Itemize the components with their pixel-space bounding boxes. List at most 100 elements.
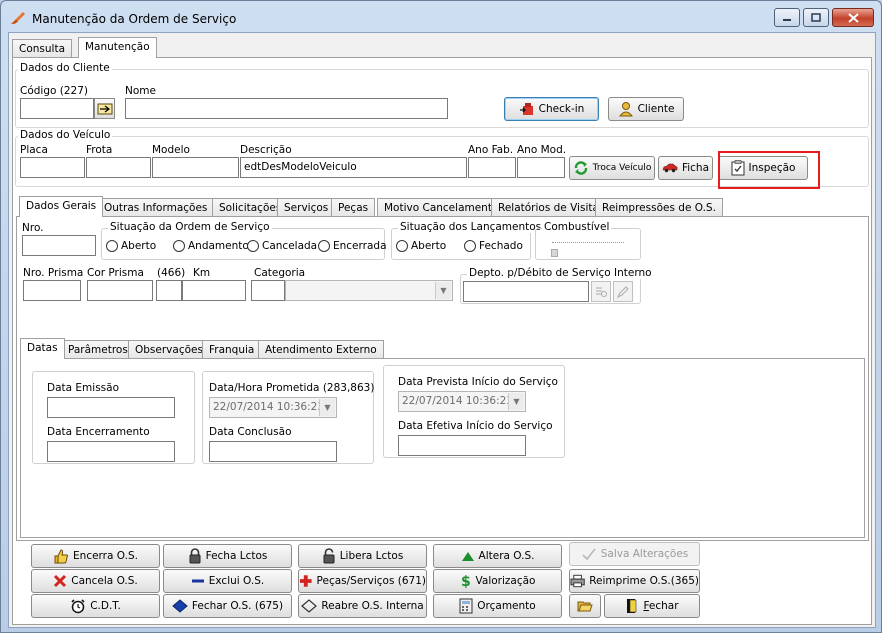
- radio-cancelada[interactable]: Cancelada: [247, 240, 317, 252]
- tab-consulta[interactable]: Consulta: [12, 39, 73, 58]
- fechar-os-button[interactable]: Fechar O.S. (675): [163, 594, 292, 618]
- tab-motivo-cancelamento[interactable]: Motivo Cancelamento: [377, 198, 506, 217]
- radio-encerrada[interactable]: Encerrada: [318, 240, 387, 252]
- dados-cliente-group: Dados do Cliente Código (227) Nome Check…: [15, 62, 869, 128]
- descricao-input[interactable]: edtDesModeloVeiculo: [240, 157, 467, 178]
- ficha-button[interactable]: Ficha: [658, 156, 713, 180]
- data-conclusao-input[interactable]: [209, 441, 337, 462]
- codigo-lookup-button[interactable]: [94, 98, 115, 119]
- situacao-os-title: Situação da Ordem de Serviço: [108, 221, 272, 233]
- libera-lctos-button[interactable]: Libera Lctos: [298, 544, 427, 568]
- depto-edit-button[interactable]: [613, 281, 633, 302]
- data-prometida-value: 22/07/2014 10:36:23: [213, 401, 325, 413]
- categoria-code-input[interactable]: [251, 280, 285, 301]
- blue-diamond-icon: [172, 599, 188, 613]
- altera-os-button[interactable]: Altera O.S.: [433, 544, 562, 568]
- orcamento-label: Orçamento: [477, 600, 536, 612]
- frota-label: Frota: [86, 144, 113, 156]
- num466-input[interactable]: [156, 280, 182, 301]
- salva-alteracoes-button[interactable]: Salva Alterações: [569, 542, 700, 566]
- radio-andamento[interactable]: Andamento: [173, 240, 249, 252]
- chevron-down-icon: ▼: [435, 282, 451, 299]
- close-window-button[interactable]: [832, 8, 874, 27]
- tab-relatorios-visita[interactable]: Relatórios de Visita: [491, 198, 606, 217]
- codigo-input[interactable]: [20, 98, 94, 119]
- data-prevista-input[interactable]: 22/07/2014 10:36:23 ▼: [398, 391, 526, 412]
- dados-gerais-page: Nro. Situação da Ordem de Serviço Aberto…: [16, 216, 869, 541]
- placa-label: Placa: [20, 144, 48, 156]
- dollar-icon: $: [461, 574, 471, 589]
- checkin-button[interactable]: Check-in: [504, 97, 599, 121]
- open-folder-button[interactable]: [569, 594, 601, 618]
- reabre-os-interna-button[interactable]: Reabre O.S. Interna: [298, 594, 427, 618]
- title-bar[interactable]: Manutenção da Ordem de Serviço: [1, 1, 881, 31]
- encerra-os-button[interactable]: Encerra O.S.: [31, 544, 160, 568]
- tab-dados-gerais[interactable]: Dados Gerais: [19, 196, 104, 217]
- modelo-input[interactable]: [152, 157, 239, 178]
- frota-input[interactable]: [86, 157, 151, 178]
- encerra-os-label: Encerra O.S.: [73, 550, 138, 562]
- km-input[interactable]: [182, 280, 246, 301]
- data-efetiva-input[interactable]: [398, 435, 526, 456]
- situacao-lancamentos-title: Situação dos Lançamentos: [398, 221, 544, 233]
- prisma-input[interactable]: [23, 280, 81, 301]
- red-plus-icon: [299, 575, 312, 587]
- svg-text:$: $: [461, 574, 471, 589]
- fechar-button[interactable]: Fechar: [604, 594, 700, 618]
- pen-icon: [616, 285, 629, 298]
- tab-parametros[interactable]: Parâmetros: [61, 340, 135, 359]
- reimprime-os-button[interactable]: Reimprime O.S.(365): [569, 569, 700, 593]
- tab-observacoes[interactable]: Observações: [128, 340, 210, 359]
- tab-pecas[interactable]: Peças: [331, 198, 376, 217]
- troca-veiculo-button[interactable]: Troca Veículo: [569, 156, 655, 180]
- radio-lanc-aberto[interactable]: Aberto: [396, 240, 446, 252]
- minus-icon: [191, 579, 204, 583]
- tab-franquia[interactable]: Franquia: [202, 340, 262, 359]
- fecha-lctos-button[interactable]: Fecha Lctos: [163, 544, 292, 568]
- anomod-input[interactable]: [517, 157, 565, 178]
- cancela-os-button[interactable]: Cancela O.S.: [31, 569, 160, 593]
- minimize-button[interactable]: [774, 8, 800, 27]
- radio-lanc-fechado[interactable]: Fechado: [464, 240, 523, 252]
- pecas-servicos-button[interactable]: Peças/Serviços (671): [298, 569, 427, 593]
- tab-reimpressoes[interactable]: Reimpressões de O.S.: [595, 198, 723, 217]
- tab-servicos[interactable]: Serviços: [277, 198, 336, 217]
- data-conclusao-label: Data Conclusão: [209, 426, 292, 438]
- maximize-button[interactable]: [803, 8, 829, 27]
- cancela-os-label: Cancela O.S.: [71, 575, 138, 587]
- tab-manutencao[interactable]: Manutenção: [78, 37, 157, 58]
- data-emissao-input[interactable]: [47, 397, 175, 418]
- situacao-os-group: Situação da Ordem de Serviço Aberto Anda…: [101, 221, 387, 260]
- nro-label: Nro.: [22, 222, 44, 234]
- fechar-label: Fechar: [643, 600, 679, 612]
- data-encerramento-label: Data Encerramento: [47, 426, 150, 438]
- data-encerramento-input[interactable]: [47, 441, 175, 462]
- valorizacao-button[interactable]: $ Valorização: [433, 569, 562, 593]
- cliente-button[interactable]: Cliente: [608, 97, 684, 121]
- tab-datas[interactable]: Datas: [20, 338, 65, 359]
- depto-search-button[interactable]: [591, 281, 611, 302]
- nro-input[interactable]: [22, 235, 96, 256]
- cliente-label: Cliente: [637, 103, 675, 115]
- tab-atendimento-externo[interactable]: Atendimento Externo: [258, 340, 384, 359]
- orcamento-button[interactable]: Orçamento: [433, 594, 562, 618]
- data-prometida-input[interactable]: 22/07/2014 10:36:23 ▼: [209, 397, 337, 418]
- app-logo-icon: [11, 12, 25, 24]
- cdt-button[interactable]: C.D.T.: [31, 594, 160, 618]
- nome-input[interactable]: [125, 98, 448, 119]
- reimprime-os-label: Reimprime O.S.(365): [589, 575, 699, 587]
- tab-outras-informacoes[interactable]: Outras Informações: [97, 198, 215, 217]
- combustivel-slider[interactable]: [551, 249, 558, 257]
- exclui-os-button[interactable]: Exclui O.S.: [163, 569, 292, 593]
- data-efetiva-label: Data Efetiva Início do Serviço: [398, 420, 553, 432]
- anofab-input[interactable]: [468, 157, 516, 178]
- categoria-select[interactable]: ▼: [285, 280, 453, 301]
- depto-input[interactable]: [463, 281, 589, 302]
- dados-cliente-title: Dados do Cliente: [18, 62, 112, 74]
- refresh-icon: [574, 161, 587, 175]
- radio-aberto[interactable]: Aberto: [106, 240, 156, 252]
- placa-input[interactable]: [20, 157, 85, 178]
- thumbs-up-icon: [54, 549, 69, 564]
- triangle-up-icon: [461, 552, 474, 561]
- cor-prisma-input[interactable]: [87, 280, 153, 301]
